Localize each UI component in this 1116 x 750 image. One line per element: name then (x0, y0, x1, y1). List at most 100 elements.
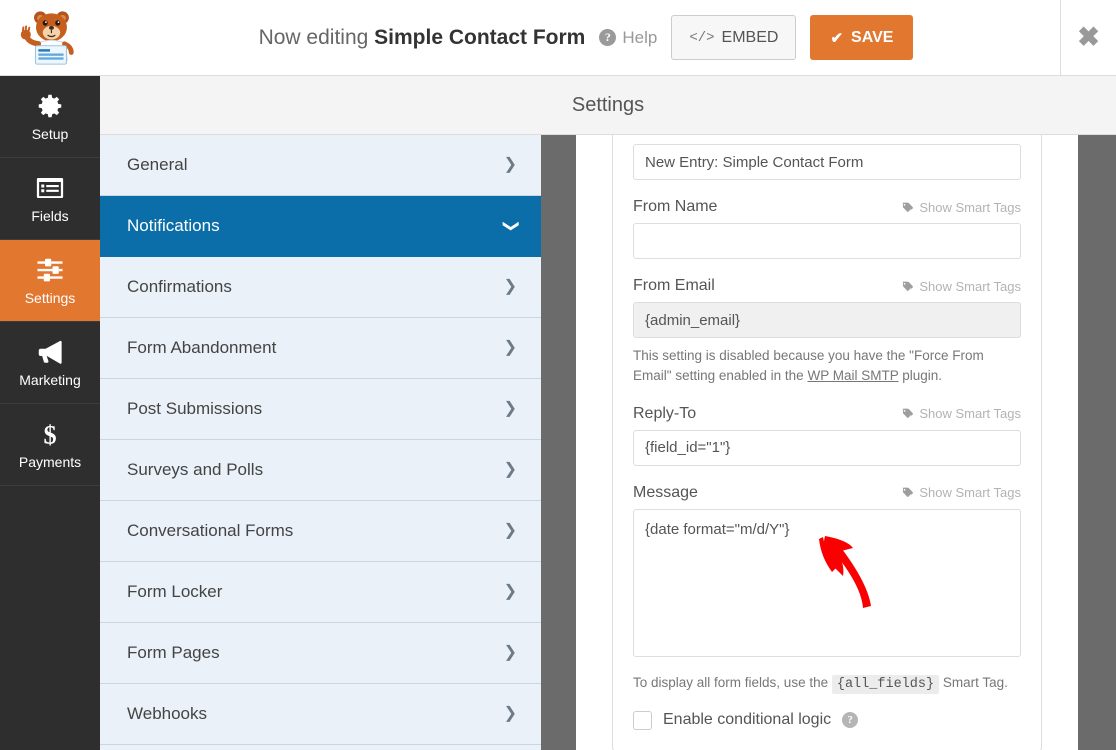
checkmark-icon: ✔ (830, 29, 843, 47)
settings-item-label: Conversational Forms (127, 521, 293, 541)
sidebar-item-label: Marketing (19, 372, 80, 388)
sidebar-item-label: Fields (31, 208, 68, 224)
chevron-right-icon: ❯ (504, 584, 517, 600)
settings-item-label: Form Pages (127, 643, 220, 663)
save-label: SAVE (851, 29, 893, 47)
question-circle-icon: ? (599, 29, 616, 46)
settings-item-post-submissions[interactable]: Post Submissions ❯ (100, 379, 541, 440)
chevron-right-icon: ❯ (504, 706, 517, 722)
reply-to-input[interactable] (633, 430, 1021, 466)
top-header-bar: Now editing Simple Contact Form ? Help <… (0, 0, 1116, 76)
settings-item-general[interactable]: General ❯ (100, 135, 541, 196)
settings-item-form-locker[interactable]: Form Locker ❯ (100, 562, 541, 623)
settings-list-panel: General ❯ Notifications ❯ Confirmations … (100, 135, 541, 750)
message-label: Message (633, 484, 698, 502)
all-fields-code-chip: {all_fields} (832, 675, 939, 694)
from-name-input[interactable] (633, 223, 1021, 259)
builder-sidebar-rail: Setup Fields Settings (0, 76, 100, 750)
chevron-right-icon: ❯ (504, 462, 517, 478)
all-fields-hint-suffix: Smart Tag. (943, 675, 1008, 690)
content-scrollbar-thumb[interactable] (1078, 135, 1116, 750)
settings-subheader: Settings (100, 76, 1116, 135)
settings-item-form-abandonment[interactable]: Form Abandonment ❯ (100, 318, 541, 379)
settings-item-label: Post Submissions (127, 399, 262, 419)
show-smart-tags-from-name[interactable]: Show Smart Tags (900, 200, 1021, 215)
sidebar-item-fields[interactable]: Fields (0, 158, 100, 240)
tag-icon (900, 201, 914, 214)
save-button[interactable]: ✔ SAVE (810, 15, 913, 60)
page-title: Now editing Simple Contact Form (259, 26, 586, 50)
reply-to-label-row: Reply-To Show Smart Tags (633, 405, 1021, 423)
settings-item-label: Form Locker (127, 582, 222, 602)
message-label-row: Message Show Smart Tags (633, 484, 1021, 502)
sidebar-item-label: Setup (32, 126, 69, 142)
from-email-label: From Email (633, 277, 715, 295)
disabled-note-line3: plugin. (902, 368, 942, 383)
email-subject-input[interactable] (633, 144, 1021, 180)
settings-item-label: Webhooks (127, 704, 207, 724)
dollar-sign-icon: $ (35, 419, 65, 449)
from-email-label-row: From Email Show Smart Tags (633, 277, 1021, 295)
close-x-icon: ✖ (1077, 24, 1100, 51)
sidebar-item-payments[interactable]: $ Payments (0, 404, 100, 486)
wpforms-bear-logo-icon (19, 8, 81, 68)
from-name-label-row: From Name Show Smart Tags (633, 198, 1021, 216)
wp-mail-smtp-link[interactable]: WP Mail SMTP (807, 368, 898, 383)
enable-conditional-logic-checkbox[interactable] (633, 711, 652, 730)
show-smart-tags-from-email[interactable]: Show Smart Tags (900, 279, 1021, 294)
from-email-input[interactable] (633, 302, 1021, 338)
settings-item-label: Notifications (127, 216, 220, 236)
gear-icon (35, 91, 65, 121)
settings-item-webhooks[interactable]: Webhooks ❯ (100, 684, 541, 745)
subheader-title: Settings (572, 94, 644, 117)
header-title-zone: Now editing Simple Contact Form ? Help <… (100, 15, 1032, 60)
help-label: Help (622, 28, 657, 48)
conditional-logic-row: Enable conditional logic ? (633, 711, 1021, 730)
from-name-label: From Name (633, 198, 717, 216)
settings-item-label: Form Abandonment (127, 338, 276, 358)
help-button[interactable]: ? Help (599, 28, 657, 48)
code-brackets-icon: </> (689, 30, 714, 46)
message-textarea[interactable]: {date format="m/d/Y"} (633, 509, 1021, 657)
sidebar-item-settings[interactable]: Settings (0, 240, 100, 322)
settings-item-surveys-and-polls[interactable]: Surveys and Polls ❯ (100, 440, 541, 501)
sliders-icon (35, 255, 65, 285)
notification-settings-panel: From Name Show Smart Tags From Email (576, 135, 1078, 750)
smart-tags-label: Show Smart Tags (919, 279, 1021, 294)
wpforms-logo (0, 0, 100, 76)
settings-item-notifications[interactable]: Notifications ❯ (100, 196, 541, 257)
show-smart-tags-message[interactable]: Show Smart Tags (900, 485, 1021, 500)
conditional-logic-label: Enable conditional logic (663, 711, 831, 729)
settings-list-scrollbar-thumb[interactable] (541, 135, 576, 750)
show-smart-tags-reply-to[interactable]: Show Smart Tags (900, 406, 1021, 421)
editing-prefix: Now editing (259, 26, 369, 49)
all-fields-hint: To display all form fields, use the {all… (633, 675, 1021, 692)
settings-item-confirmations[interactable]: Confirmations ❯ (100, 257, 541, 318)
smart-tags-label: Show Smart Tags (919, 406, 1021, 421)
settings-item-form-pages[interactable]: Form Pages ❯ (100, 623, 541, 684)
smart-tags-label: Show Smart Tags (919, 485, 1021, 500)
chevron-right-icon: ❯ (504, 401, 517, 417)
question-circle-icon[interactable]: ? (842, 712, 858, 728)
sidebar-item-label: Payments (19, 454, 81, 470)
form-name: Simple Contact Form (374, 26, 585, 49)
sidebar-item-label: Settings (25, 290, 76, 306)
settings-item-partial[interactable] (100, 745, 541, 750)
all-fields-hint-prefix: To display all form fields, use the (633, 675, 828, 690)
from-email-disabled-note: This setting is disabled because you hav… (633, 346, 1021, 387)
embed-label: EMBED (722, 29, 779, 47)
wpforms-builder-window: Now editing Simple Contact Form ? Help <… (0, 0, 1116, 750)
list-grid-icon (35, 173, 65, 203)
sidebar-item-setup[interactable]: Setup (0, 76, 100, 158)
chevron-right-icon: ❯ (504, 523, 517, 539)
chevron-right-icon: ❯ (504, 157, 517, 173)
settings-item-conversational-forms[interactable]: Conversational Forms ❯ (100, 501, 541, 562)
settings-item-label: Confirmations (127, 277, 232, 297)
embed-button[interactable]: </> EMBED (671, 15, 796, 60)
close-builder-button[interactable]: ✖ (1060, 0, 1116, 76)
tag-icon (900, 280, 914, 293)
settings-item-label: Surveys and Polls (127, 460, 263, 480)
sidebar-item-marketing[interactable]: Marketing (0, 322, 100, 404)
chevron-right-icon: ❯ (504, 279, 517, 295)
tag-icon (900, 486, 914, 499)
